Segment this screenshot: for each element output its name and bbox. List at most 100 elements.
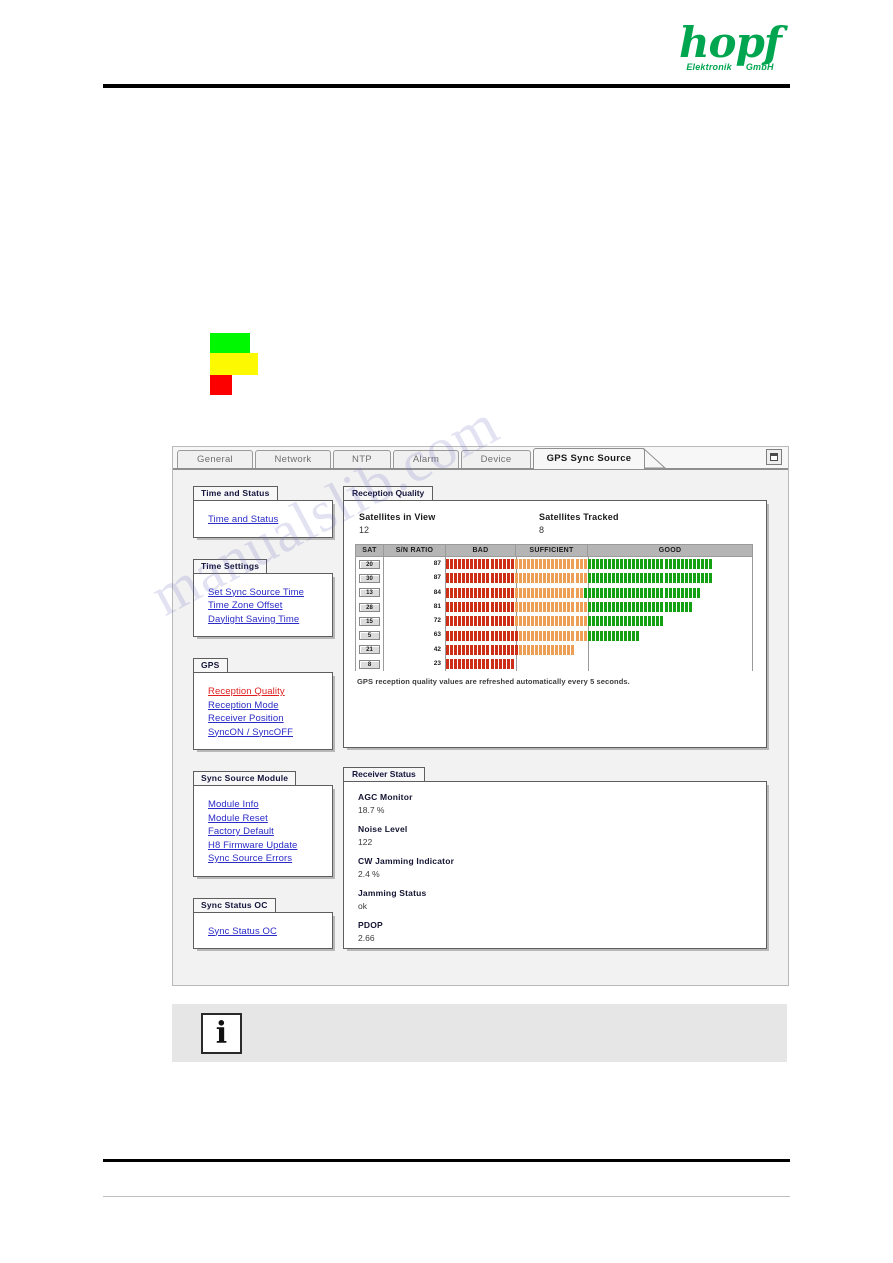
- bar-segment: [628, 601, 632, 612]
- sat-id-button[interactable]: 15: [359, 616, 380, 626]
- bar-segment: [563, 630, 567, 641]
- tab-gps-sync-source[interactable]: GPS Sync Source: [533, 448, 645, 469]
- chart-row: 20 87: [356, 557, 752, 572]
- page-header: hopf Elektronik GmbH: [0, 0, 893, 100]
- bar-segment: [482, 630, 486, 641]
- bar-segment: [571, 559, 575, 570]
- bar-segment: [466, 630, 470, 641]
- bar-segment: [486, 616, 490, 627]
- sidebar-group-body: Time and Status: [193, 500, 333, 538]
- receiver-status-value: 2.4 %: [358, 869, 380, 879]
- bar-segment: [599, 587, 603, 598]
- bar-segment: [539, 573, 543, 584]
- bar-segment: [494, 644, 498, 655]
- bar-cell: [446, 614, 752, 629]
- sidebar-item-time-zone-offset[interactable]: Time Zone Offset: [208, 599, 332, 613]
- bar-segment: [591, 573, 595, 584]
- sidebar-item-daylight-saving-time[interactable]: Daylight Saving Time: [208, 613, 332, 627]
- bar-segment: [498, 630, 502, 641]
- bar-segment: [506, 616, 510, 627]
- tab-strip: General Network NTP Alarm Device GPS Syn…: [173, 447, 788, 469]
- bar-segment: [644, 616, 648, 627]
- sidebar-item-receiver-position[interactable]: Receiver Position: [208, 712, 332, 726]
- bar-segment: [454, 559, 458, 570]
- sidebar-item-h8-firmware-update[interactable]: H8 Firmware Update: [208, 839, 332, 853]
- sat-id-button[interactable]: 28: [359, 602, 380, 612]
- bar-segment: [632, 616, 636, 627]
- tab-device[interactable]: Device: [461, 450, 531, 468]
- bar-segment: [458, 659, 462, 670]
- chart-row: 30 87: [356, 571, 752, 586]
- bar-segment: [563, 587, 567, 598]
- snr-value: 87: [384, 557, 446, 572]
- bar-segment: [551, 587, 555, 598]
- sidebar-group-body: Reception Quality Reception Mode Receive…: [193, 672, 333, 750]
- window-restore-icon[interactable]: [766, 449, 782, 465]
- tab-alarm[interactable]: Alarm: [393, 450, 459, 468]
- sidebar-group-sync-source-module: Sync Source Module Module Info Module Re…: [193, 768, 333, 877]
- sidebar-item-sync-status-oc[interactable]: Sync Status OC: [208, 925, 332, 939]
- bar-segment: [482, 573, 486, 584]
- bar-segment: [514, 559, 518, 570]
- bar-segment: [672, 573, 676, 584]
- bar-segment: [498, 616, 502, 627]
- sidebar-item-factory-default[interactable]: Factory Default: [208, 825, 332, 839]
- snr-value: 23: [384, 657, 446, 672]
- bar-segment: [611, 573, 615, 584]
- logo-wordmark: hopf: [679, 18, 782, 67]
- sidebar-item-reception-quality[interactable]: Reception Quality: [208, 685, 332, 699]
- sidebar-item-module-reset[interactable]: Module Reset: [208, 812, 332, 826]
- receiver-status-value: 122: [358, 837, 373, 847]
- sat-id-button[interactable]: 21: [359, 645, 380, 655]
- sidebar-item-time-and-status[interactable]: Time and Status: [208, 513, 332, 527]
- sidebar-group-time-and-status: Time and Status Time and Status: [193, 483, 333, 538]
- sidebar-item-module-info[interactable]: Module Info: [208, 798, 332, 812]
- sat-id-button[interactable]: 5: [359, 631, 380, 641]
- bar-segment: [680, 559, 684, 570]
- bar-segment: [530, 630, 534, 641]
- bar-segment: [624, 587, 628, 598]
- bar-segment: [486, 559, 490, 570]
- bar-segment: [478, 573, 482, 584]
- sat-id-button[interactable]: 13: [359, 588, 380, 598]
- bar-segment: [664, 601, 668, 612]
- zone-divider: [588, 657, 589, 672]
- sidebar-item-syncon-syncoff[interactable]: SyncON / SyncOFF: [208, 726, 332, 740]
- bar-segment: [539, 559, 543, 570]
- tab-network[interactable]: Network: [255, 450, 331, 468]
- bar-segment: [684, 559, 688, 570]
- bar-segment: [462, 630, 466, 641]
- bar-cell: [446, 585, 752, 600]
- sidebar-item-reception-mode[interactable]: Reception Mode: [208, 699, 332, 713]
- sidebar-item-sync-source-errors[interactable]: Sync Source Errors: [208, 852, 332, 866]
- sidebar-item-set-sync-source-time[interactable]: Set Sync Source Time: [208, 586, 332, 600]
- bar-segment: [672, 587, 676, 598]
- bar-segment: [709, 559, 713, 570]
- bar-segment: [490, 644, 494, 655]
- bar-segment: [446, 587, 449, 598]
- bar-segment: [506, 573, 510, 584]
- bar-segment: [458, 644, 462, 655]
- bar-segment: [587, 630, 591, 641]
- tab-ntp[interactable]: NTP: [333, 450, 391, 468]
- bar-segment: [547, 559, 551, 570]
- bar-segment: [543, 587, 547, 598]
- bar-segment: [599, 630, 603, 641]
- bar-segment: [559, 587, 563, 598]
- bar-segment: [490, 587, 494, 598]
- bar-segment: [474, 573, 478, 584]
- sat-id-button[interactable]: 30: [359, 573, 380, 583]
- information-icon: i: [201, 1013, 242, 1054]
- bar-segment: [599, 616, 603, 627]
- bar-segment: [454, 630, 458, 641]
- sat-id-button[interactable]: 20: [359, 559, 380, 569]
- tab-general[interactable]: General: [177, 450, 253, 468]
- bar-segment: [535, 644, 539, 655]
- bar-segment: [486, 587, 490, 598]
- bar-segment: [620, 559, 624, 570]
- bar-segment: [680, 587, 684, 598]
- bar-segment: [450, 616, 454, 627]
- bar-segment: [454, 573, 458, 584]
- sat-id-button[interactable]: 8: [359, 659, 380, 669]
- chart-row: 15 72: [356, 614, 752, 629]
